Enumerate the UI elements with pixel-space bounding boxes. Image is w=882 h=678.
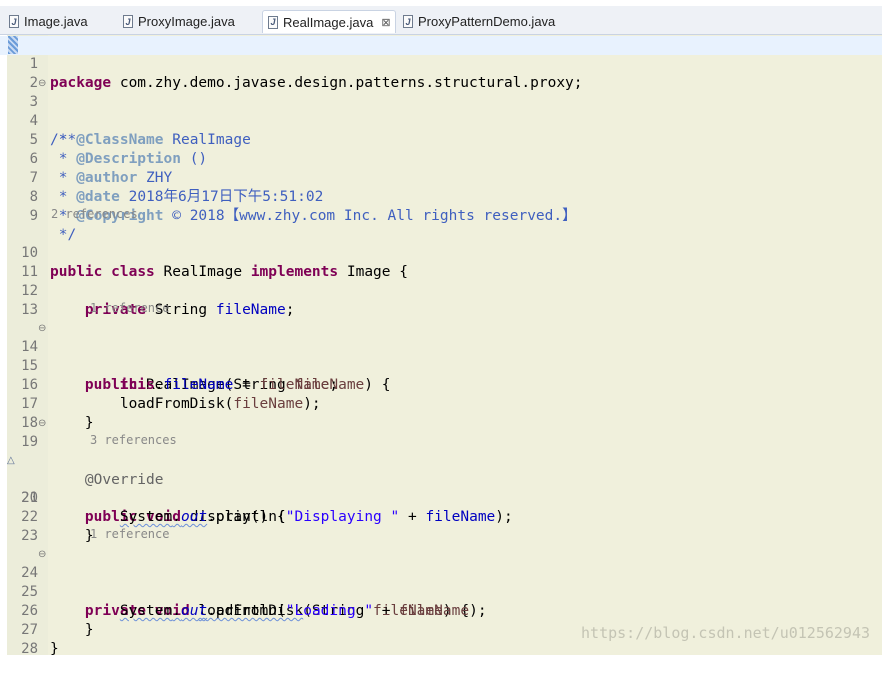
tab-label: RealImage.java — [283, 14, 374, 30]
tab-proxyimage-java[interactable]: J ProxyImage.java — [118, 10, 262, 33]
tab-image-java[interactable]: J Image.java — [4, 10, 118, 33]
code-line: 11 — [0, 244, 882, 280]
line-number: 13 — [21, 302, 38, 318]
code-line: 12 private String fileName; — [0, 263, 882, 318]
code-line: 7 * @date 2018年6月17日下午5:51:02 — [0, 150, 882, 205]
code-line: 3 ⊖ /** — [0, 74, 882, 148]
watermark: https://blog.csdn.net/u012562943 — [581, 624, 870, 642]
code-line: 16 loadFromDisk(fileName); — [0, 357, 882, 412]
tab-label: ProxyImage.java — [138, 14, 235, 29]
override-triangle-icon[interactable]: △ — [7, 451, 15, 470]
tab-realimage-java[interactable]: J RealImage.java ⊠ — [262, 10, 396, 33]
line-number: 23 — [21, 528, 38, 544]
code-minings-references[interactable]: 1 reference — [90, 527, 169, 542]
code-line: 24 ⊖ private void loadFromDisk(String fi… — [0, 545, 882, 619]
code-line: △ 20 public void display() { — [0, 451, 882, 525]
code-line: 27 } — [0, 602, 882, 657]
code-minings-references[interactable]: 1 reference — [90, 301, 169, 316]
code-minings-references[interactable]: 2 references — [51, 207, 138, 222]
code-minings-references[interactable]: 3 references — [90, 433, 177, 448]
code-line: 21 System.out.println("Displaying " + fi… — [0, 470, 882, 525]
code-line: 15 this.fileName = fileName; — [0, 338, 882, 393]
punctuation: ; — [285, 302, 295, 318]
code-line: 17 } — [0, 376, 882, 431]
code-line: 23 — [0, 508, 882, 544]
code-line: 1 package com.zhy.demo.javase.design.pat… — [0, 36, 882, 91]
java-file-icon: J — [123, 15, 133, 28]
java-file-icon: J — [268, 15, 278, 29]
code-line: 5 * @Description () — [0, 112, 882, 167]
tab-label: ProxyPatternDemo.java — [418, 14, 556, 29]
code-line: 22 } — [0, 489, 882, 544]
code-line: 10 public class RealImage implements Ima… — [0, 225, 882, 280]
code-line: 18 — [0, 395, 882, 431]
tab-label: Image.java — [24, 14, 88, 29]
editor-tab-bar: J Image.java J ProxyImage.java J RealIma… — [0, 6, 882, 35]
fold-collapse-icon[interactable]: ⊖ — [38, 414, 46, 433]
line-number: 28 — [21, 641, 38, 657]
close-icon[interactable]: ⊠ — [381, 16, 390, 29]
code-line: 19 ⊖ @Override — [0, 414, 882, 488]
fold-collapse-icon[interactable]: ⊖ — [38, 319, 46, 338]
code-line: 25 System.out.println("Loading " + fileN… — [0, 564, 882, 619]
code-text: } — [50, 641, 59, 657]
tab-proxypatterndemo-java[interactable]: J ProxyPatternDemo.java — [398, 10, 568, 33]
code-editor[interactable]: 1 package com.zhy.demo.javase.design.pat… — [0, 35, 882, 657]
java-file-icon: J — [9, 15, 19, 28]
code-line: 14 ⊖ public RealImage(String fileName) { — [0, 319, 882, 393]
fold-collapse-icon[interactable]: ⊖ — [38, 545, 46, 564]
code-line: 9 */ — [0, 188, 882, 243]
field-name: fileName — [215, 302, 286, 318]
fold-collapse-icon[interactable]: ⊖ — [38, 74, 46, 93]
code-line: 8 * @Copyright © 2018【www.zhy.com Inc. A… — [0, 169, 882, 224]
code-line: 26 } — [0, 583, 882, 638]
code-text: private String fileName; — [50, 301, 295, 320]
code-line: 13 — [0, 282, 882, 318]
line-number: 19 — [21, 434, 38, 450]
code-text: } — [50, 527, 94, 546]
line-number: 9 — [29, 208, 38, 224]
java-file-icon: J — [403, 15, 413, 28]
code-line: 2 — [0, 55, 882, 91]
code-line: 6 * @author ZHY — [0, 131, 882, 186]
code-line: 4 * @ClassName RealImage — [0, 93, 882, 148]
javadoc-value: © 2018【www.zhy.com Inc. All rights reser… — [163, 208, 577, 224]
